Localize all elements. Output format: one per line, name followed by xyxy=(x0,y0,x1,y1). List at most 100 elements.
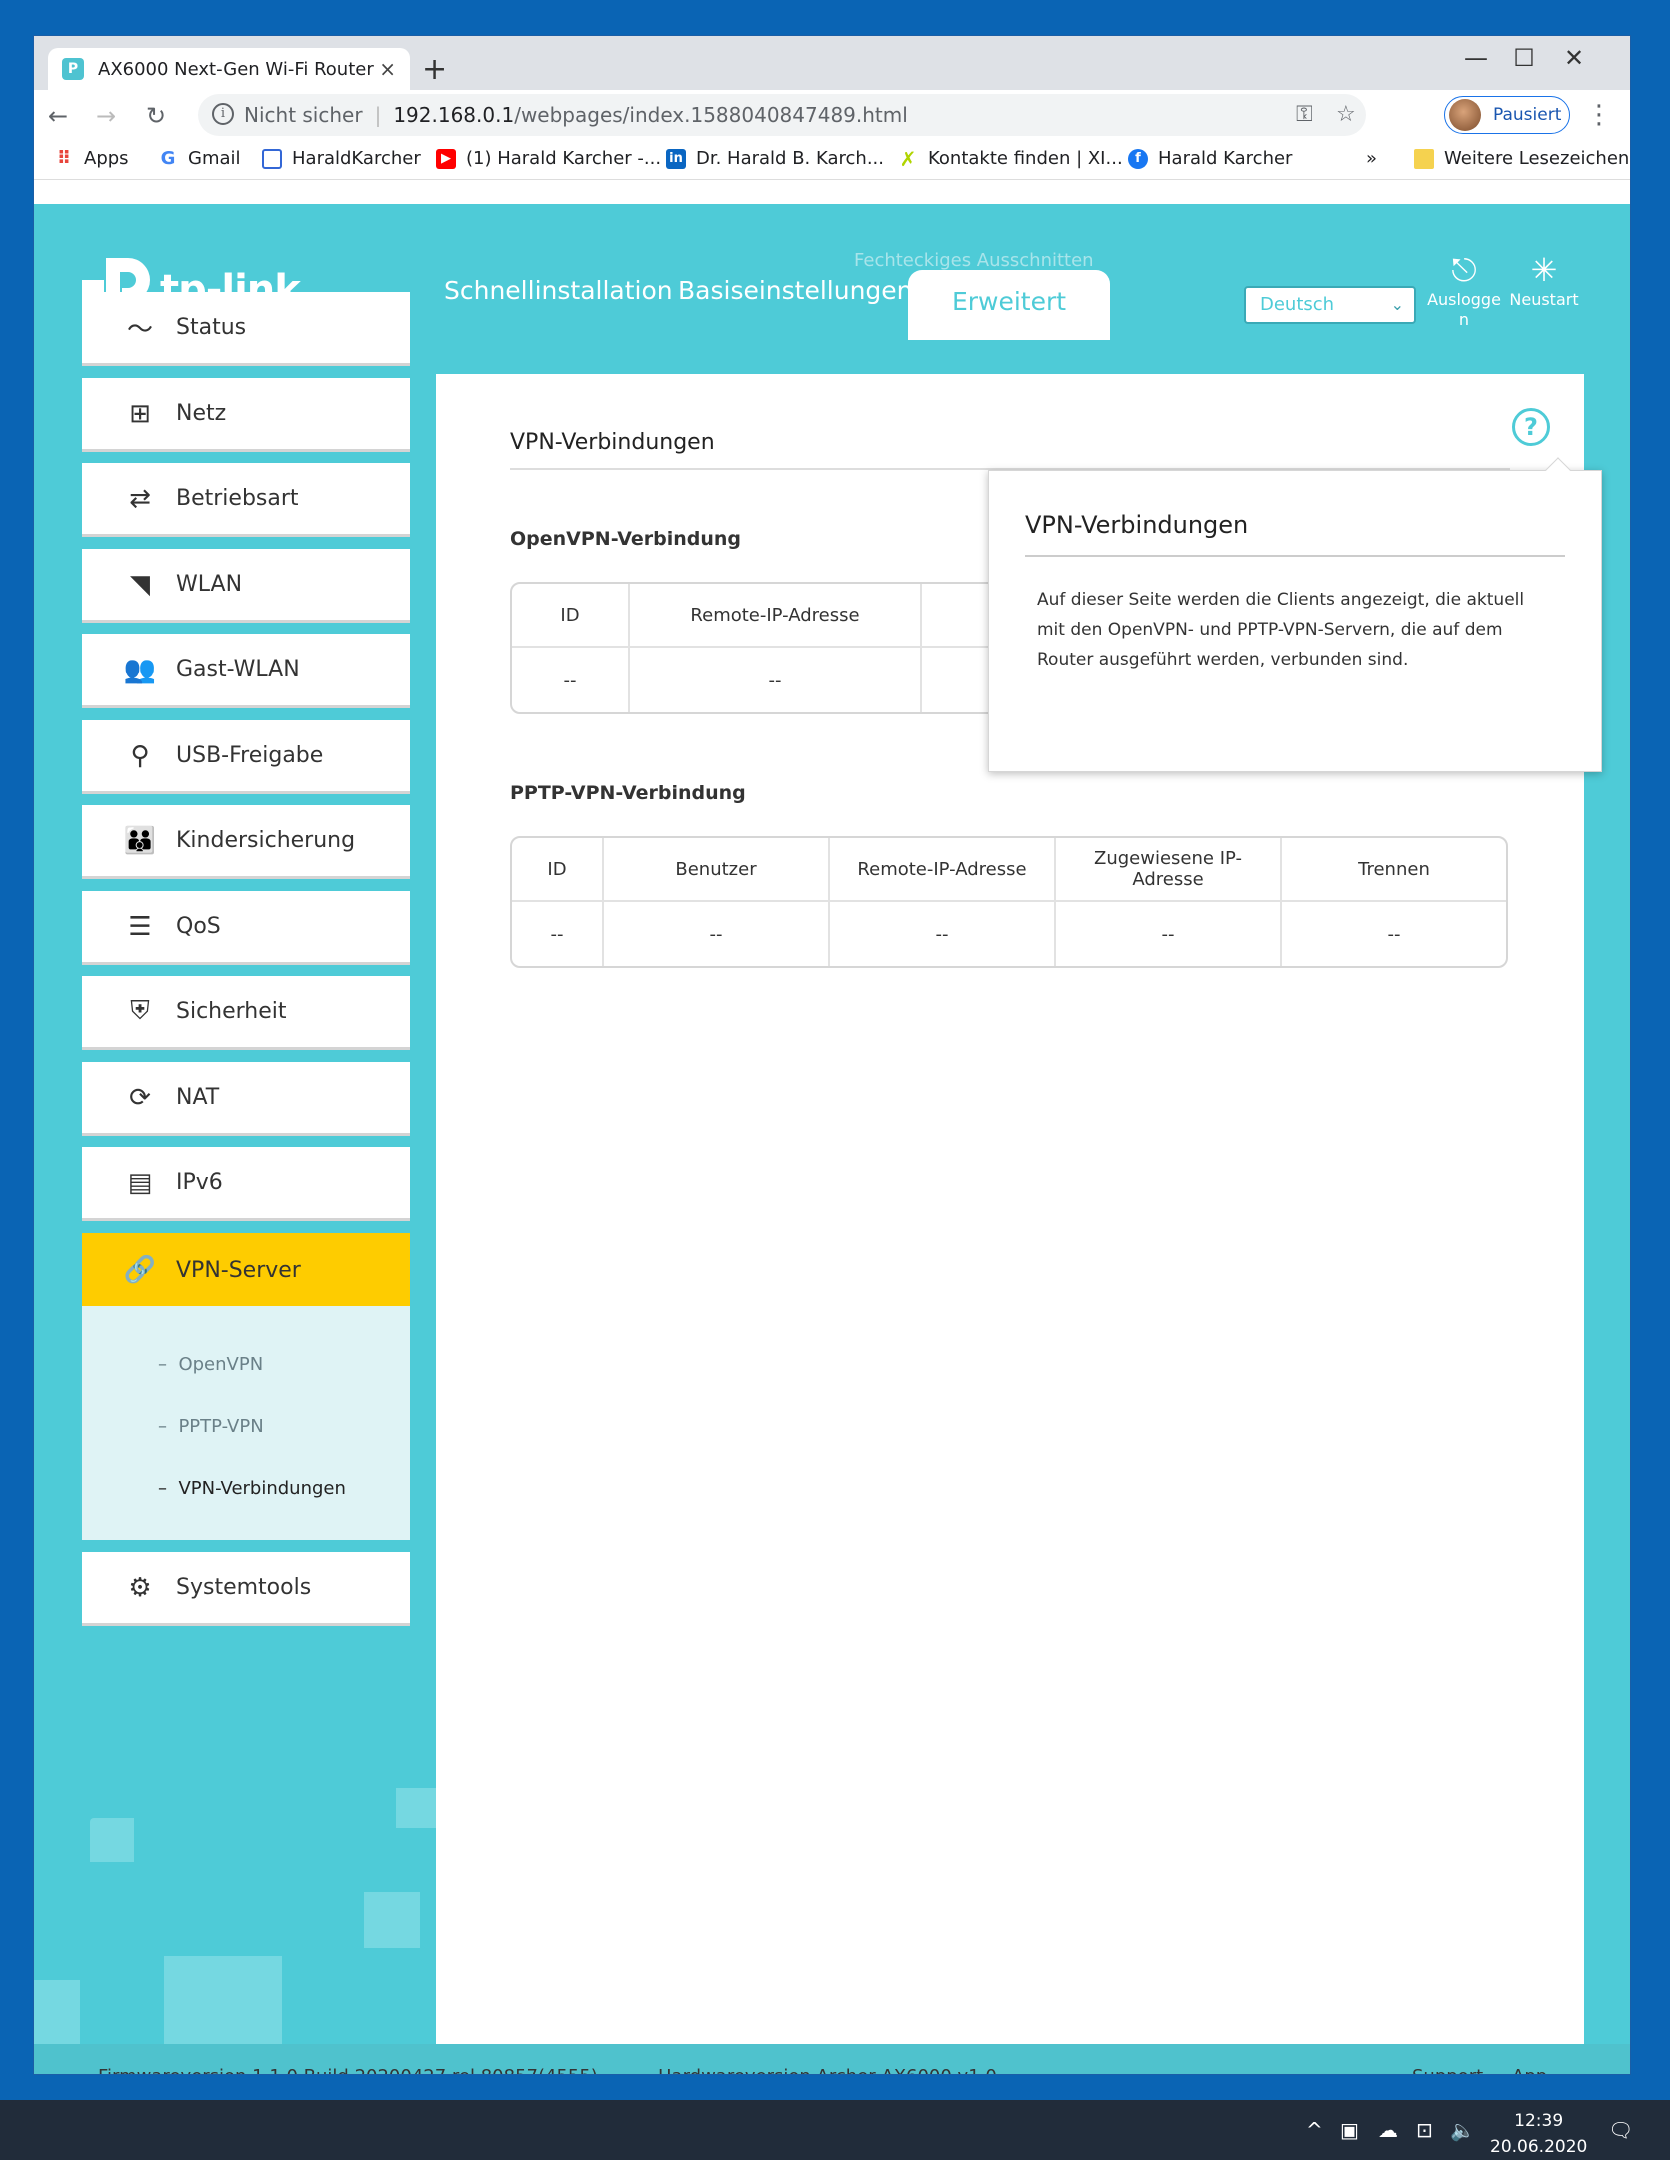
table-header-row: ID Benutzer Remote-IP-Adresse Zugewiesen… xyxy=(512,838,1506,902)
bookmark-haraldkarcher[interactable]: HaraldKarcher xyxy=(262,148,421,169)
bookmark-gmail[interactable]: G Gmail xyxy=(158,148,241,169)
nav-advanced[interactable]: Erweitert xyxy=(908,270,1110,340)
new-tab-button[interactable]: + xyxy=(422,52,447,87)
sidebar-item-wlan[interactable]: ◥ WLAN xyxy=(82,549,410,623)
ghost-overlay-text: Fechteckiges Ausschnitten xyxy=(854,250,1094,271)
submenu-openvpn[interactable]: – OpenVPN xyxy=(158,1354,263,1375)
restart-icon: ✳ xyxy=(1530,251,1558,289)
restart-button[interactable]: ✳ Neustart xyxy=(1504,250,1584,310)
nav-quick-setup[interactable]: Schnellinstallation xyxy=(444,276,673,305)
onedrive-icon[interactable]: ☁ xyxy=(1378,2118,1398,2142)
sidebar-item-qos[interactable]: ☰ QoS xyxy=(82,891,410,965)
bookmark-more[interactable]: Weitere Lesezeichen xyxy=(1414,148,1629,169)
app-link[interactable]: App xyxy=(1512,2066,1547,2074)
pptp-section-title: PPTP-VPN-Verbindung xyxy=(510,782,746,804)
sidebar-item-label: Status xyxy=(176,315,247,340)
star-icon[interactable]: ☆ xyxy=(1336,102,1356,127)
parental-icon: 👪 xyxy=(123,825,157,856)
clock-time: 12:39 xyxy=(1514,2111,1564,2131)
nav-basic[interactable]: Basiseinstellungen xyxy=(678,276,913,305)
forward-icon[interactable]: → xyxy=(96,102,116,130)
browser-tab[interactable]: P AX6000 Next-Gen Wi-Fi Router × xyxy=(48,48,410,90)
bookmark-label: Gmail xyxy=(188,148,241,169)
reload-icon[interactable]: ↻ xyxy=(146,102,166,130)
sidebar-item-label: Sicherheit xyxy=(176,999,287,1024)
maximize-icon[interactable]: ☐ xyxy=(1504,44,1544,72)
help-icon[interactable]: ? xyxy=(1512,408,1550,446)
tray-chevron-icon[interactable]: ^ xyxy=(1306,2118,1323,2142)
sidebar-item-systemtools[interactable]: ⚙ Systemtools xyxy=(82,1552,410,1626)
submenu-pptp[interactable]: – PPTP-VPN xyxy=(158,1416,264,1437)
sidebar-item-label: Gast-WLAN xyxy=(176,657,300,682)
windows-taskbar: ^ ▣ ☁ ⊡ 🔈 12:39 20.06.2020 🗨 xyxy=(0,2100,1670,2160)
back-icon[interactable]: ← xyxy=(48,102,68,130)
sidebar-item-vpn-server[interactable]: 🔗 VPN-Server xyxy=(82,1233,410,1307)
bookmark-xing[interactable]: ✗ Kontakte finden | XI... xyxy=(898,147,1123,171)
bookmarks-overflow-icon[interactable]: » xyxy=(1366,148,1377,169)
sidebar-item-sicherheit[interactable]: ⛨ Sicherheit xyxy=(82,976,410,1050)
notification-icon[interactable]: 🗨 xyxy=(1608,2118,1633,2142)
bookmark-label: Apps xyxy=(84,148,129,169)
tray-app-icon[interactable]: ▣ xyxy=(1340,2118,1359,2142)
bookmark-apps[interactable]: ⠿ Apps xyxy=(54,148,129,169)
system-clock[interactable]: 12:39 20.06.2020 xyxy=(1490,2108,1587,2160)
browser-toolbar: ← → ↻ i Nicht sicher | 192.168.0.1/webpa… xyxy=(34,90,1630,140)
network-tray-icon[interactable]: ⊡ xyxy=(1416,2118,1433,2142)
sidebar-item-status[interactable]: 〜 Status xyxy=(82,292,410,366)
minimize-icon[interactable]: — xyxy=(1456,44,1496,72)
support-link[interactable]: Support xyxy=(1412,2066,1483,2074)
security-label: Nicht sicher xyxy=(244,103,363,127)
tab-title: AX6000 Next-Gen Wi-Fi Router xyxy=(98,58,374,80)
window-close-icon[interactable]: ✕ xyxy=(1554,44,1594,72)
column-header: Trennen xyxy=(1282,838,1506,902)
sidebar-item-gast-wlan[interactable]: 👥 Gast-WLAN xyxy=(82,634,410,708)
profile-button[interactable]: Pausiert xyxy=(1444,96,1570,134)
profile-label: Pausiert xyxy=(1493,105,1562,125)
footer: Firmwareversion 1.1.0 Build 20200427 rel… xyxy=(34,2044,1630,2074)
key-icon[interactable]: ⚿ xyxy=(1296,102,1313,127)
network-icon: ⊞ xyxy=(129,398,151,429)
mode-icon: ⇄ xyxy=(129,483,151,514)
sidebar-item-kindersicherung[interactable]: 👪 Kindersicherung xyxy=(82,805,410,879)
browser-menu-icon[interactable]: ⋮ xyxy=(1586,100,1612,130)
bookmark-youtube[interactable]: ▶ (1) Harald Karcher -... xyxy=(436,148,661,169)
address-bar[interactable]: i Nicht sicher | 192.168.0.1/webpages/in… xyxy=(198,94,1366,136)
sidebar-item-netz[interactable]: ⊞ Netz xyxy=(82,378,410,452)
clock-date: 20.06.2020 xyxy=(1490,2137,1588,2157)
wifi-icon: ◥ xyxy=(130,569,150,600)
decor-shape xyxy=(396,1788,436,1828)
column-header: Remote-IP-Adresse xyxy=(630,584,922,648)
openvpn-section-title: OpenVPN-Verbindung xyxy=(510,528,742,550)
volume-icon[interactable]: 🔈 xyxy=(1450,2118,1475,2142)
submenu-vpn-connections[interactable]: – VPN-Verbindungen xyxy=(158,1478,346,1499)
help-divider xyxy=(1025,555,1565,557)
gear-icon: ⚙ xyxy=(128,1572,152,1603)
logout-label-line1: Ausloggе xyxy=(1427,290,1501,309)
router-page: tp-link Fechteckiges Ausschnitten Schnel… xyxy=(34,204,1630,2074)
sidebar-item-label: WLAN xyxy=(176,572,243,597)
restart-label: Neustart xyxy=(1509,290,1579,309)
chevron-down-icon: ⌄ xyxy=(1390,295,1404,314)
sidebar-item-nat[interactable]: ⟳ NAT xyxy=(82,1062,410,1136)
sidebar-item-label: Betriebsart xyxy=(176,486,299,511)
logout-button[interactable]: ⎋ Ausloggе n xyxy=(1424,250,1504,330)
help-popover: VPN-Verbindungen Auf dieser Seite werden… xyxy=(988,457,1602,772)
language-select[interactable]: Deutsch ⌄ xyxy=(1244,286,1416,324)
sidebar-item-usb[interactable]: ⚲ USB-Freigabe xyxy=(82,720,410,794)
sidebar-item-betriebsart[interactable]: ⇄ Betriebsart xyxy=(82,463,410,537)
sidebar-item-label: QoS xyxy=(176,914,221,939)
column-header: Zugewiesene IP-Adresse xyxy=(1056,838,1282,902)
sidebar-item-ipv6[interactable]: ▤ IPv6 xyxy=(82,1147,410,1221)
facebook-icon: f xyxy=(1128,148,1148,169)
bookmark-linkedin[interactable]: in Dr. Harald B. Karch... xyxy=(666,148,884,169)
column-header: ID xyxy=(512,584,630,648)
pptp-table: ID Benutzer Remote-IP-Adresse Zugewiesen… xyxy=(510,836,1508,968)
url-path: /webpages/index.1588040847489.html xyxy=(514,103,908,127)
submenu-label: PPTP-VPN xyxy=(178,1416,264,1437)
table-cell: -- xyxy=(512,648,630,712)
info-icon[interactable]: i xyxy=(212,103,234,125)
guest-icon: 👥 xyxy=(123,654,157,685)
tab-close-icon[interactable]: × xyxy=(379,57,396,81)
browser-window: P AX6000 Next-Gen Wi-Fi Router × + — ☐ ✕… xyxy=(34,36,1630,2074)
bookmark-facebook[interactable]: f Harald Karcher xyxy=(1128,148,1292,169)
